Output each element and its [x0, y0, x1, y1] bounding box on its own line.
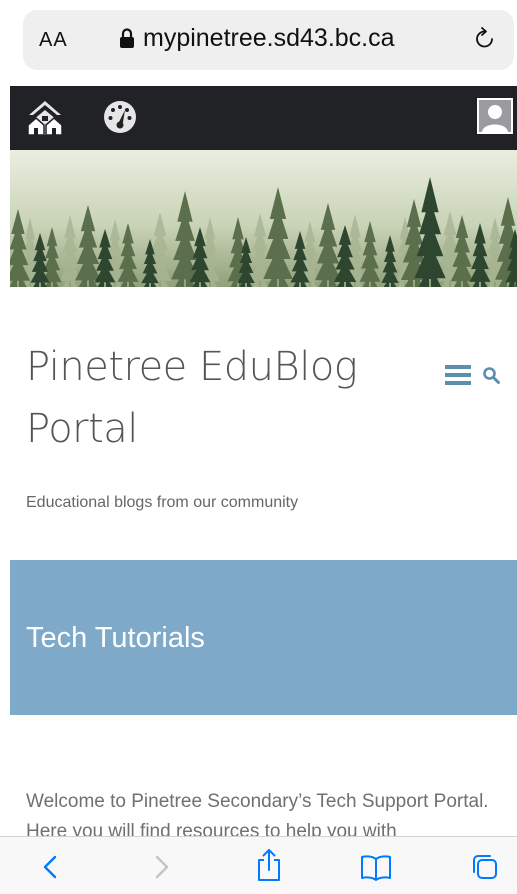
forest-banner-image	[10, 150, 517, 287]
site-title[interactable]: Pinetree EduBlog Portal	[26, 336, 406, 460]
site-tagline: Educational blogs from our community	[26, 494, 299, 511]
top-navbar	[10, 86, 517, 150]
lock-icon	[120, 28, 134, 48]
user-avatar-icon[interactable]	[477, 98, 513, 134]
tabs-icon[interactable]	[470, 852, 500, 882]
search-icon[interactable]	[482, 366, 500, 384]
chevron-right-icon[interactable]	[146, 852, 176, 882]
text-size-label: AA	[39, 29, 68, 51]
text-size-button[interactable]: AA	[39, 29, 68, 52]
browser-address-area: AA mypinetree.sd43.bc.ca	[0, 0, 517, 86]
home-icon[interactable]	[25, 99, 65, 137]
section-title: Tech Tutorials	[26, 622, 205, 654]
section-header-band: Tech Tutorials	[10, 560, 517, 715]
hamburger-menu-icon[interactable]	[445, 364, 471, 386]
browser-toolbar	[0, 836, 517, 894]
book-icon[interactable]	[359, 852, 393, 882]
address-bar[interactable]: AA mypinetree.sd43.bc.ca	[23, 10, 514, 70]
reload-icon[interactable]	[472, 26, 498, 52]
share-icon[interactable]	[254, 848, 284, 882]
avatar-silhouette-icon	[479, 100, 511, 132]
dashboard-gauge-icon[interactable]	[102, 99, 138, 135]
url-text[interactable]: mypinetree.sd43.bc.ca	[143, 24, 395, 53]
chevron-left-icon[interactable]	[36, 852, 66, 882]
